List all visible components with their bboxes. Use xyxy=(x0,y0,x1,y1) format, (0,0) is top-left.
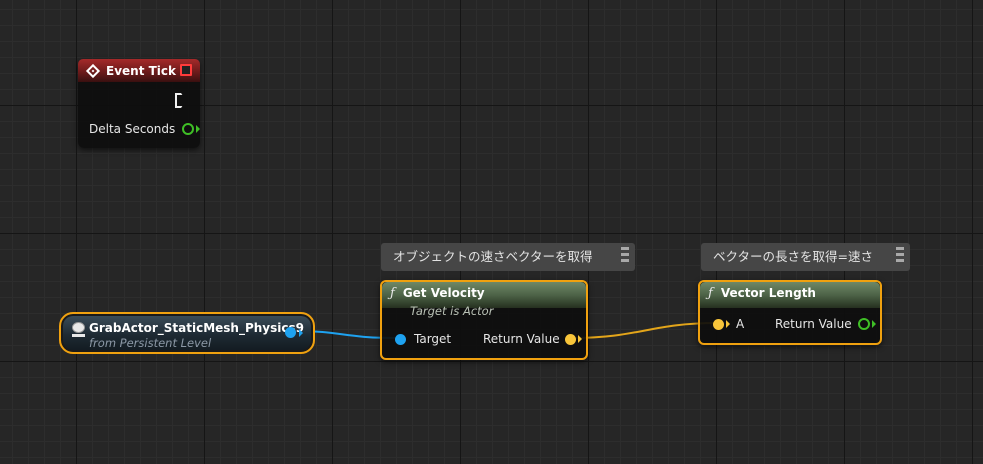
comment-get-velocity[interactable]: オブジェクトの速さベクターを取得 xyxy=(381,243,635,271)
pin-arrow-icon xyxy=(196,125,201,133)
exec-out-pin-icon[interactable] xyxy=(175,93,186,108)
actor-icon xyxy=(72,322,85,337)
vector-length-node[interactable]: ƒ Vector Length A Return Value xyxy=(698,280,882,345)
get-velocity-subtitle: Target is Actor xyxy=(410,304,494,318)
get-velocity-node[interactable]: ƒ Get Velocity Target is Actor Target Re… xyxy=(380,280,588,360)
a-pin-label: A xyxy=(736,317,745,331)
actor-reference-title: GrabActor_StaticMesh_Physics9 xyxy=(89,321,304,335)
actor-reference-node[interactable]: GrabActor_StaticMesh_Physics9 from Persi… xyxy=(59,312,315,354)
target-pin-icon[interactable] xyxy=(395,333,406,345)
comment-get-velocity-text: オブジェクトの速さベクターを取得 xyxy=(393,249,593,264)
pin-arrow-icon xyxy=(299,329,303,337)
return-value-pin-icon[interactable] xyxy=(857,318,870,330)
vector-length-title: Vector Length xyxy=(720,286,816,300)
comment-vector-length[interactable]: ベクターの長さを取得=速さ xyxy=(701,243,910,271)
delta-seconds-label: Delta Seconds xyxy=(89,122,176,136)
pin-arrow-icon xyxy=(726,320,730,328)
delta-seconds-pin-icon[interactable] xyxy=(182,123,195,135)
delegate-pin-icon[interactable] xyxy=(180,64,192,76)
wire-vector xyxy=(571,322,718,339)
a-pin-icon[interactable] xyxy=(713,318,724,330)
get-velocity-title: Get Velocity xyxy=(402,286,485,300)
event-tick-header[interactable]: Event Tick xyxy=(78,59,200,82)
event-diamond-icon xyxy=(85,63,101,78)
function-f-icon: ƒ xyxy=(390,286,395,301)
comment-pin-icon[interactable] xyxy=(896,247,904,265)
vector-length-header[interactable]: ƒ Vector Length xyxy=(700,282,880,308)
comment-pin-icon[interactable] xyxy=(621,247,629,265)
actor-reference-subtitle: from Persistent Level xyxy=(89,336,212,350)
return-value-label: Return Value xyxy=(775,317,852,331)
function-f-icon: ƒ xyxy=(708,286,713,301)
event-tick-node[interactable]: Event Tick Delta Seconds xyxy=(78,59,201,148)
return-value-pin-icon[interactable] xyxy=(564,333,576,345)
return-value-label: Return Value xyxy=(483,332,560,346)
pin-arrow-icon xyxy=(577,335,582,343)
actor-output-pin-icon[interactable] xyxy=(285,327,296,338)
target-pin-label: Target xyxy=(414,332,452,346)
comment-vector-length-text: ベクターの長さを取得=速さ xyxy=(713,249,873,264)
pin-arrow-icon xyxy=(871,320,876,328)
event-tick-title: Event Tick xyxy=(106,63,177,78)
